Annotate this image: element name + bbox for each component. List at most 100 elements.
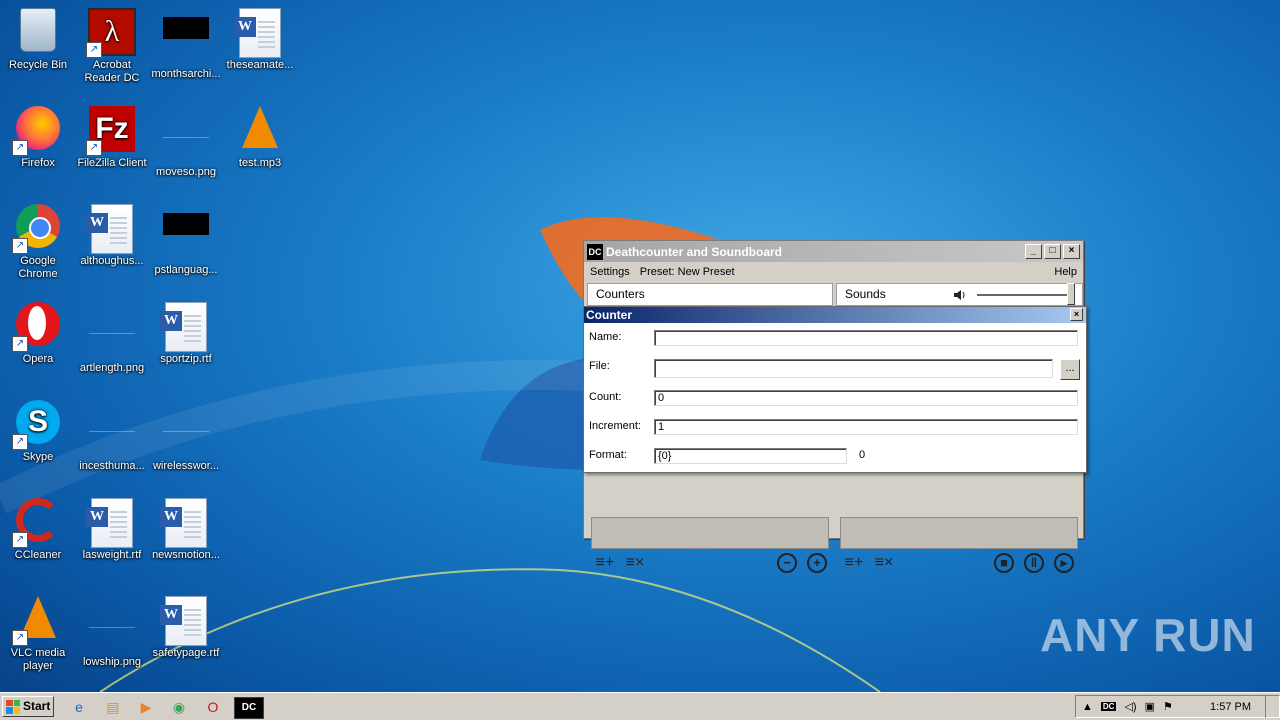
desktop-icon-blank-image[interactable]: moveso.png [148, 102, 224, 192]
shortcut-arrow-icon: ↗ [12, 434, 28, 450]
shortcut-arrow-icon: ↗ [12, 336, 28, 352]
counters-header: Counters [587, 283, 833, 306]
desktop-icon-label: althoughus... [80, 255, 144, 267]
desktop-icon-vlc-file[interactable]: test.mp3 [222, 102, 298, 192]
chrome-icon: ↗ [12, 204, 62, 254]
show-desktop-button[interactable] [1265, 695, 1280, 718]
remove-counter-icon[interactable]: ≡× [625, 553, 645, 573]
blank-image-icon [162, 409, 210, 457]
count-input[interactable] [654, 390, 1078, 406]
desktop-icon-word-doc[interactable]: Wlasweight.rtf [74, 494, 150, 584]
filezilla-icon: Fz ↗ [86, 106, 136, 156]
clock[interactable]: 1:57 PM [1210, 701, 1251, 713]
shortcut-arrow-icon: ↗ [86, 42, 102, 58]
desktop-icon-label: test.mp3 [238, 157, 282, 169]
volume-slider-track[interactable] [977, 294, 1067, 297]
word-doc-icon: W [86, 498, 136, 548]
desktop-icon-ccleaner[interactable]: ↗ CCleaner [0, 494, 76, 584]
volume-tray-icon[interactable]: ◁) [1124, 700, 1136, 713]
desktop-icon-blank-image[interactable]: lowship.png [74, 592, 150, 682]
window-titlebar[interactable]: DC Deathcounter and Soundboard _ □ × [584, 241, 1083, 262]
counters-list[interactable] [591, 517, 829, 549]
name-input[interactable] [654, 330, 1078, 346]
shortcut-arrow-icon: ↗ [12, 630, 28, 646]
desktop-icon-word-doc[interactable]: Wnewsmotion... [148, 494, 224, 584]
network-tray-icon[interactable]: ▣ [1145, 700, 1155, 713]
black-image-icon [162, 213, 210, 261]
desktop-icon-label: Skype [22, 451, 54, 463]
desktop-icon-label: monthsarchi... [151, 68, 221, 80]
maximize-button[interactable]: □ [1044, 244, 1061, 259]
desktop-icon-label: lasweight.rtf [82, 549, 142, 561]
opera-icon[interactable]: O [202, 697, 224, 717]
chrome-icon[interactable]: ◉ [168, 697, 190, 717]
vlc-icon: ↗ [12, 596, 62, 646]
deathcounter-taskbar-button[interactable]: DC [234, 697, 264, 719]
desktop-icon-word-doc[interactable]: Wsafetypage.rtf [148, 592, 224, 682]
file-input[interactable] [654, 359, 1053, 378]
desktop-icon-acrobat[interactable]: λ ↗ Acrobat Reader DC [74, 4, 150, 94]
desktop-icon-word-doc[interactable]: Walthoughus... [74, 200, 150, 290]
action-center-icon[interactable]: ⚑ [1163, 700, 1173, 713]
desktop-icon-skype[interactable]: S ↗ Skype [0, 396, 76, 486]
word-doc-icon: W [160, 302, 210, 352]
explorer-icon[interactable]: ▤ [102, 697, 124, 717]
pause-icon[interactable]: ‖ [1024, 553, 1044, 573]
desktop-icon-chrome[interactable]: ↗ Google Chrome [0, 200, 76, 290]
media-player-icon[interactable]: ▶ [135, 697, 157, 717]
stop-icon[interactable]: ■ [994, 553, 1014, 573]
desktop-icon-filezilla[interactable]: Fz ↗ FileZilla Client [74, 102, 150, 192]
desktop-icon-label: lowship.png [82, 656, 142, 668]
browse-button[interactable]: ... [1060, 359, 1080, 380]
menu-help[interactable]: Help [1054, 266, 1077, 278]
speaker-icon[interactable] [953, 288, 967, 302]
start-label: Start [23, 699, 51, 713]
decrement-icon[interactable]: − [777, 553, 797, 573]
close-button[interactable]: × [1063, 244, 1080, 259]
desktop-icon-blank-image[interactable]: incesthuma... [74, 396, 150, 486]
desktop-icon-word-doc[interactable]: Wtheseamate... [222, 4, 298, 94]
desktop-icon-label: Google Chrome [18, 255, 58, 280]
sounds-toolbar: ≡+ ≡× ■ ‖ ▸ [844, 551, 1074, 575]
sounds-list[interactable] [840, 517, 1078, 549]
desktop-icon-firefox[interactable]: ↗ Firefox [0, 102, 76, 192]
desktop-icon-blank-image[interactable]: wirelesswor... [148, 396, 224, 486]
desktop-icon-label: wirelesswor... [152, 460, 220, 472]
tray-deathcounter-icon[interactable]: DC [1100, 702, 1117, 711]
desktop-icon-blank-image[interactable]: artlength.png [74, 298, 150, 388]
ie-icon[interactable]: e [68, 697, 90, 717]
desktop-icon-recycle-bin[interactable]: Recycle Bin [0, 4, 76, 94]
remove-sound-icon[interactable]: ≡× [874, 553, 894, 573]
volume-slider-thumb[interactable] [1067, 283, 1075, 305]
firefox-icon: ↗ [12, 106, 62, 156]
desktop-icon-black-image[interactable]: pstlanguag... [148, 200, 224, 290]
format-preview: 0 [859, 449, 866, 461]
dialog-titlebar[interactable]: Counter × [584, 307, 1086, 323]
dialog-close-button[interactable]: × [1070, 308, 1083, 321]
increment-icon[interactable]: + [807, 553, 827, 573]
word-doc-icon: W [234, 8, 284, 58]
start-button[interactable]: Start [2, 696, 54, 717]
desktop-icon-opera[interactable]: ↗ Opera [0, 298, 76, 388]
minimize-button[interactable]: _ [1025, 244, 1042, 259]
desktop-icon-label: Firefox [21, 157, 55, 169]
play-icon[interactable]: ▸ [1054, 553, 1074, 573]
word-doc-icon: W [86, 204, 136, 254]
anyrun-watermark: ANY RUN [1040, 609, 1256, 661]
desktop-icon-vlc[interactable]: ↗ VLC media player [0, 592, 76, 682]
add-counter-icon[interactable]: ≡+ [595, 553, 615, 573]
format-input[interactable] [654, 448, 847, 464]
tray-expand-icon[interactable]: ▲ [1082, 701, 1093, 713]
counter-dialog[interactable]: Counter × Name: File: ... Count: Increme… [583, 306, 1087, 473]
word-doc-icon: W [160, 596, 210, 646]
menu-preset[interactable]: Preset: New Preset [640, 266, 735, 278]
desktop-icon-label: VLC media player [10, 647, 66, 672]
desktop-icon-black-image[interactable]: monthsarchi... [148, 4, 224, 94]
desktop-icon-label: pstlanguag... [154, 264, 218, 276]
increment-input[interactable] [654, 419, 1078, 435]
desktop-icon-word-doc[interactable]: Wsportzip.rtf [148, 298, 224, 388]
menu-settings[interactable]: Settings [590, 266, 630, 278]
desktop-icon-label: incesthuma... [79, 460, 145, 472]
app-icon: DC [587, 243, 603, 260]
add-sound-icon[interactable]: ≡+ [844, 553, 864, 573]
